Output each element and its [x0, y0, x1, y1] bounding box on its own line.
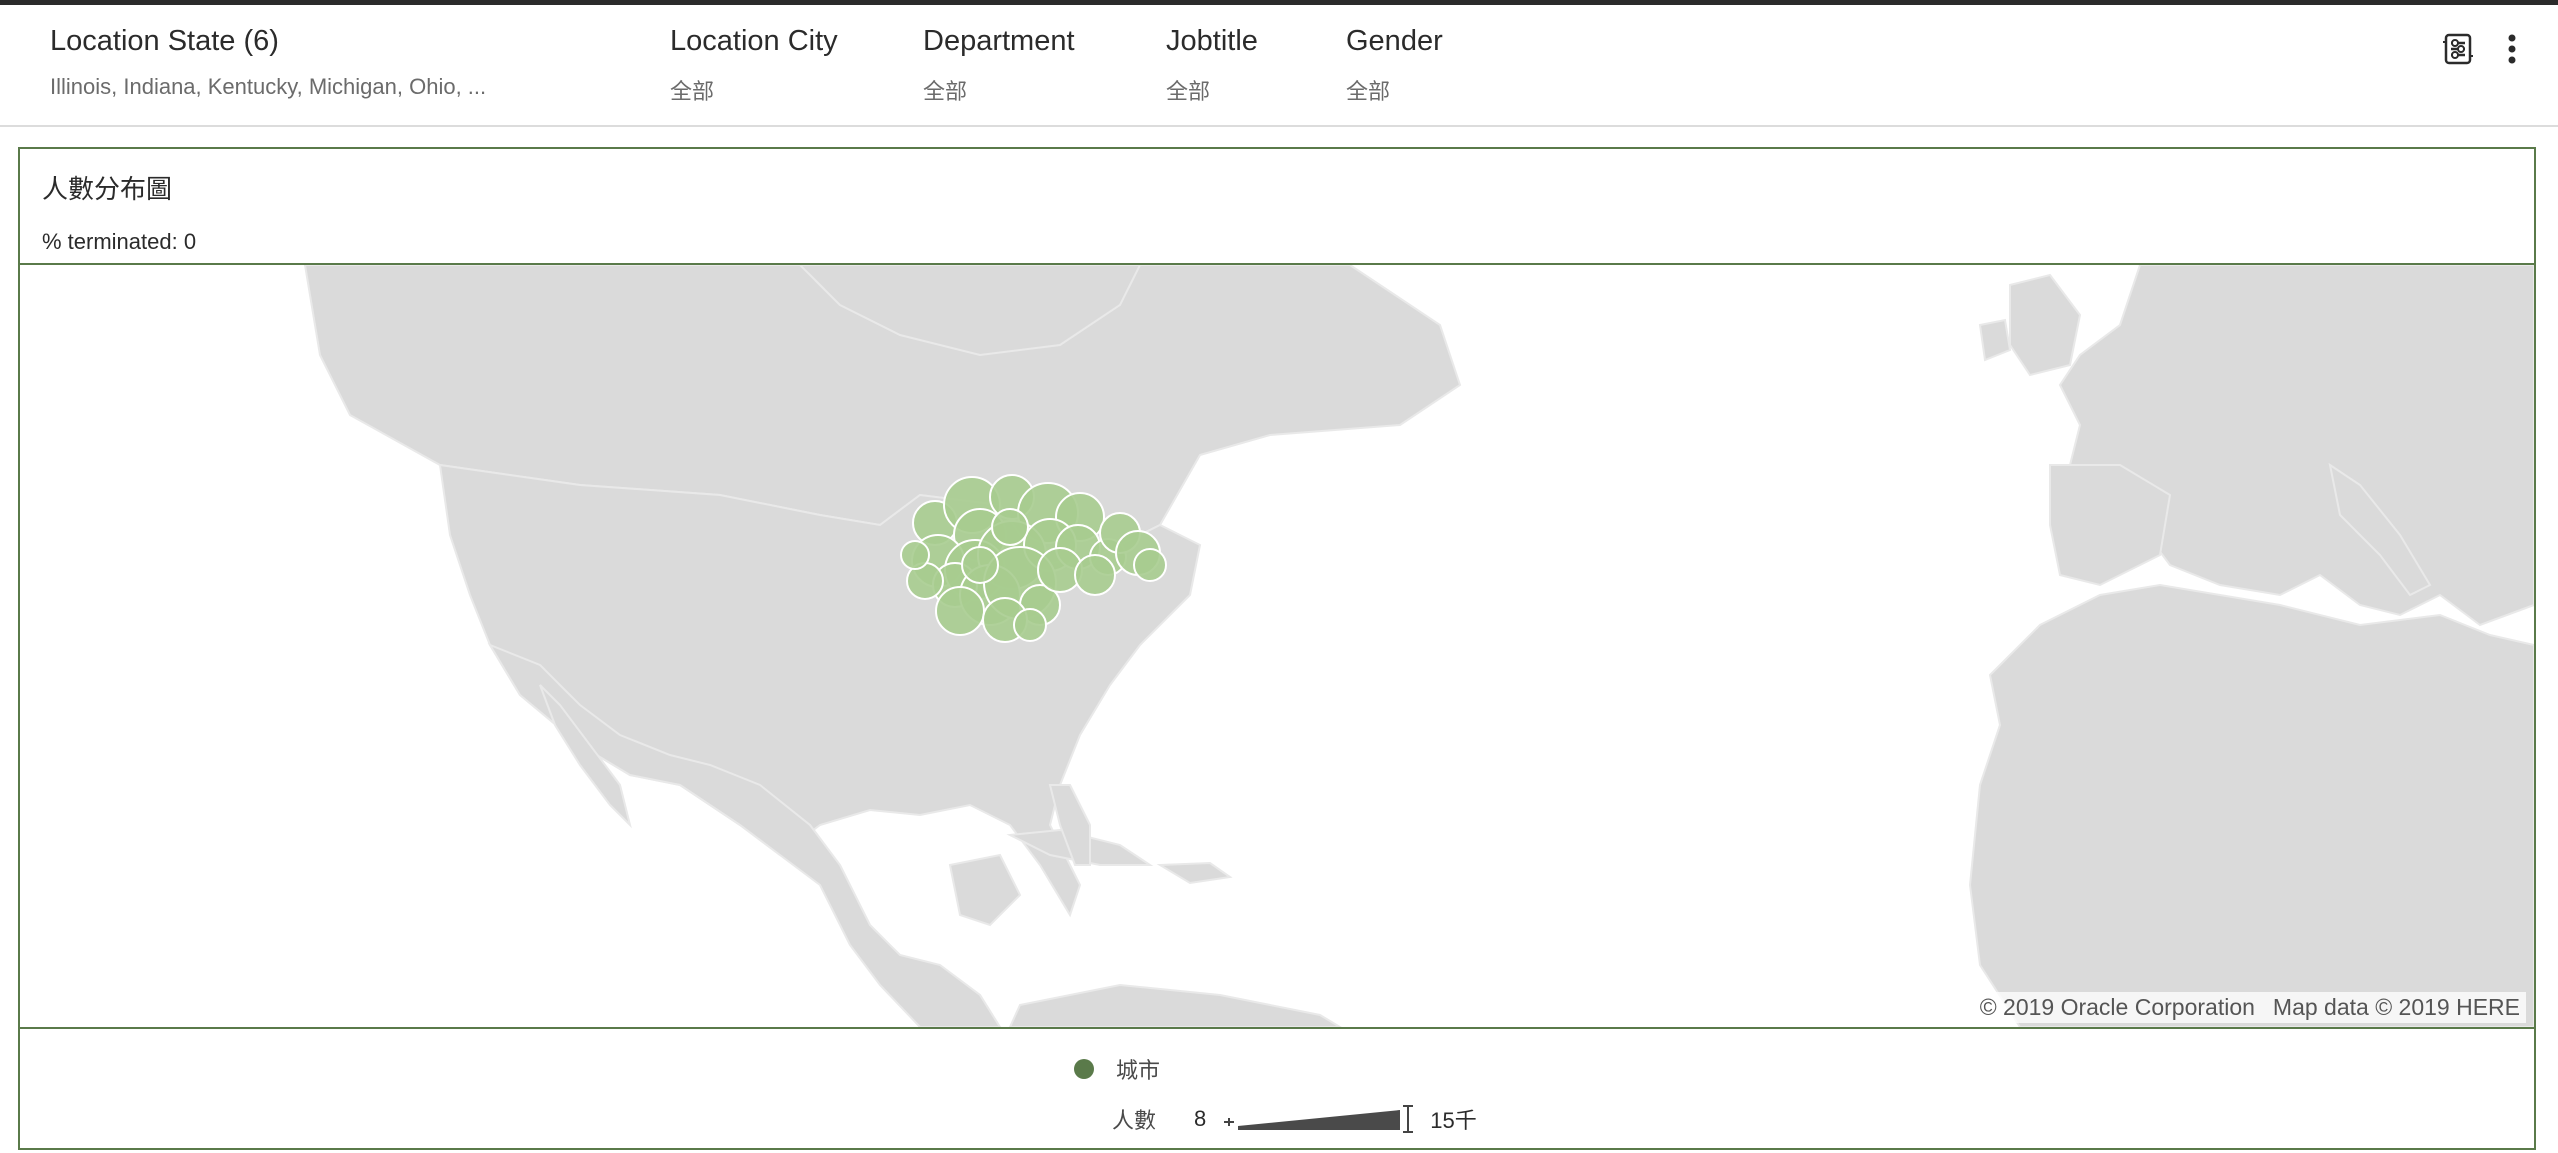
- map-attribution: © 2019 Oracle Corporation Map data © 2019…: [1973, 992, 2526, 1023]
- more-vertical-icon[interactable]: [2490, 27, 2534, 71]
- city-bubble[interactable]: [1074, 554, 1116, 596]
- land-south-america: [1008, 983, 1342, 1027]
- filter-value: 全部: [1346, 79, 1391, 104]
- land-europe: [2058, 265, 2534, 627]
- map-visualization-panel: 人數分布圖 % terminated: 0 © 2019 Oracle Corp…: [18, 147, 2536, 1150]
- more-vertical-icon-glyph: [2508, 34, 2516, 64]
- city-bubble[interactable]: [991, 508, 1029, 546]
- filter-department[interactable]: Department 全部: [923, 25, 1075, 106]
- filter-location-city[interactable]: Location City 全部: [670, 25, 838, 106]
- legend-color: 城市: [1074, 1053, 1160, 1085]
- legend-size-max: 15千: [1430, 1108, 1477, 1133]
- land-ireland: [1978, 318, 2012, 362]
- land-africa: [1968, 583, 2534, 1027]
- land-yucatan: [948, 853, 1022, 927]
- filter-label: Department: [923, 25, 1075, 57]
- legend-size-wedge: [1224, 1105, 1414, 1133]
- filter-value: 全部: [670, 79, 715, 104]
- legend-size: 人數 8 15千: [1112, 1103, 1477, 1135]
- filter-bar: Location State (6) Illinois, Indiana, Ke…: [0, 5, 2558, 127]
- attribution-oracle: © 2019 Oracle Corporation: [1979, 994, 2255, 1020]
- land-uk: [2009, 273, 2082, 377]
- legend-size-min: 8: [1194, 1106, 1207, 1131]
- filter-value: 全部: [923, 79, 968, 104]
- filter-value: 全部: [1166, 79, 1211, 104]
- filter-gender[interactable]: Gender 全部: [1346, 25, 1443, 106]
- filter-settings-icon-glyph: [2443, 33, 2473, 65]
- filter-label: Location State (6): [50, 25, 279, 57]
- filter-value: Illinois, Indiana, Kentucky, Michigan, O…: [50, 74, 487, 99]
- legend-color-label: 城市: [1116, 1058, 1161, 1083]
- filter-label: Location City: [670, 25, 838, 57]
- city-bubble[interactable]: [935, 586, 985, 636]
- attribution-here: Map data © 2019 HERE: [2272, 994, 2520, 1020]
- subtitle-label: % terminated:: [42, 229, 178, 254]
- filter-label: Gender: [1346, 25, 1443, 57]
- legend-color-swatch: [1074, 1059, 1094, 1079]
- city-bubble[interactable]: [1133, 548, 1167, 582]
- land-hispaniola: [1156, 861, 1233, 885]
- map-canvas[interactable]: © 2019 Oracle Corporation Map data © 2019…: [20, 263, 2534, 1029]
- filter-settings-icon[interactable]: [2436, 27, 2480, 71]
- filter-location-state[interactable]: Location State (6) Illinois, Indiana, Ke…: [50, 25, 486, 100]
- legend-size-label: 人數: [1112, 1108, 1157, 1133]
- city-bubble[interactable]: [1013, 608, 1047, 642]
- city-bubble[interactable]: [900, 540, 930, 570]
- map-svg[interactable]: [20, 265, 2534, 1027]
- panel-title: 人數分布圖: [42, 174, 173, 204]
- land-layer: [303, 265, 2534, 1027]
- filter-label: Jobtitle: [1166, 25, 1258, 57]
- filter-jobtitle[interactable]: Jobtitle 全部: [1166, 25, 1258, 106]
- city-bubble[interactable]: [961, 546, 999, 584]
- subtitle-value: 0: [183, 229, 197, 254]
- panel-subtitle: % terminated: 0: [42, 229, 196, 255]
